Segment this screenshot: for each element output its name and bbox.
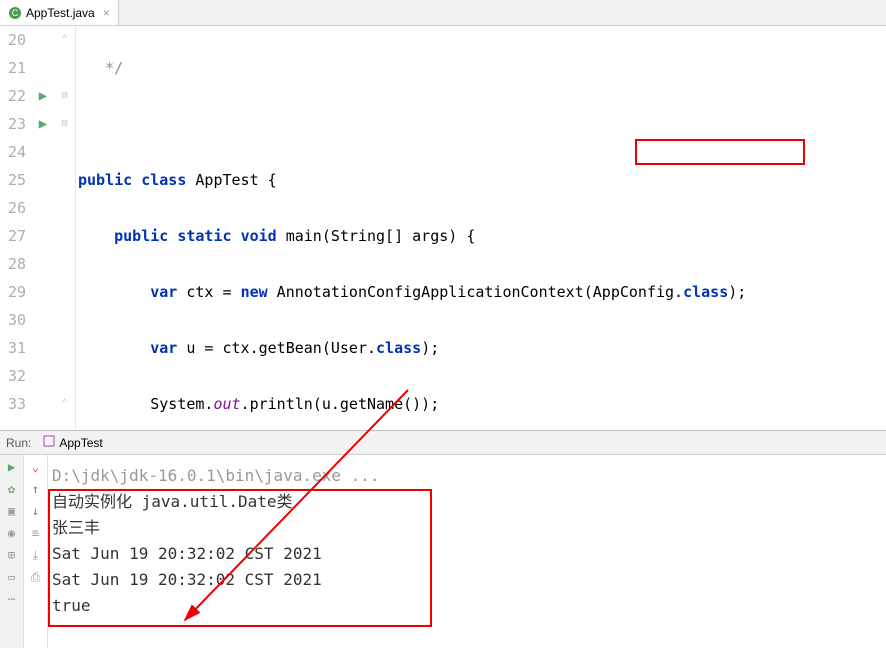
fold-start-icon[interactable]: ⊟ — [54, 82, 75, 110]
filter-icon[interactable]: ▭ — [4, 569, 20, 585]
file-tab-label: AppTest.java — [26, 6, 95, 20]
run-title: Run: — [6, 436, 31, 450]
up-icon[interactable]: ↑ — [28, 481, 44, 497]
pin-icon[interactable]: ▣ — [4, 503, 20, 519]
run-toolbar-console: ⌄ ↑ ↓ ≡ ⤓ ⎙ — [24, 455, 48, 648]
console-line: true — [52, 593, 882, 619]
gutter: 2021222324252627282930313233 ▶ ▶ ⌃ ⊟ ⊟ ⌃ — [0, 26, 76, 430]
console-command: D:\jdk\jdk-16.0.1\bin\java.exe ... — [52, 463, 882, 489]
stop-line-icon[interactable]: ⌄ — [28, 459, 44, 475]
fold-start-icon[interactable]: ⊟ — [54, 110, 75, 138]
down-icon[interactable]: ↓ — [28, 503, 44, 519]
run-toolbar-left: ▶ ✿ ▣ ◉ ⊞ ▭ ⋯ — [0, 455, 24, 648]
editor-tab-bar: C AppTest.java × — [0, 0, 886, 26]
console-line: 张三丰 — [52, 515, 882, 541]
print-icon[interactable]: ⎙ — [28, 569, 44, 585]
line-numbers: 2021222324252627282930313233 — [0, 26, 32, 430]
file-tab-apptest[interactable]: C AppTest.java × — [0, 0, 119, 25]
run-main-icon[interactable]: ▶ — [32, 110, 54, 138]
fold-column: ⌃ ⊟ ⊟ ⌃ — [54, 26, 76, 430]
run-tool-window: Run: AppTest ▶ ✿ ▣ ◉ ⊞ ▭ ⋯ ⌄ ↑ ↓ ≡ ⤓ ⎙ D… — [0, 430, 886, 648]
console-output[interactable]: D:\jdk\jdk-16.0.1\bin\java.exe ... 自动实例化… — [48, 455, 886, 648]
camera-icon[interactable]: ◉ — [4, 525, 20, 541]
annotation-box-appconfig — [635, 139, 805, 165]
application-icon — [43, 435, 55, 450]
console-line: Sat Jun 19 20:32:02 CST 2021 — [52, 541, 882, 567]
scroll-icon[interactable]: ⤓ — [28, 547, 44, 563]
close-icon[interactable]: × — [103, 6, 110, 20]
run-body: ▶ ✿ ▣ ◉ ⊞ ▭ ⋯ ⌄ ↑ ↓ ≡ ⤓ ⎙ D:\jdk\jdk-16.… — [0, 455, 886, 648]
java-class-icon: C — [8, 6, 22, 20]
run-class-icon[interactable]: ▶ — [32, 82, 54, 110]
fold-end-icon[interactable]: ⌃ — [54, 390, 75, 418]
code-content[interactable]: */ public class AppTest { public static … — [76, 26, 886, 430]
rerun-icon[interactable]: ▶ — [4, 459, 20, 475]
softwrap-icon[interactable]: ≡ — [28, 525, 44, 541]
more-icon[interactable]: ⋯ — [4, 591, 20, 607]
console-line: 自动实例化 java.util.Date类 — [52, 489, 882, 515]
run-config-tab[interactable]: AppTest — [37, 433, 108, 452]
layout-icon[interactable]: ⊞ — [4, 547, 20, 563]
svg-text:C: C — [12, 8, 19, 18]
run-header: Run: AppTest — [0, 431, 886, 455]
fold-end-icon[interactable]: ⌃ — [54, 26, 75, 54]
code-editor[interactable]: 2021222324252627282930313233 ▶ ▶ ⌃ ⊟ ⊟ ⌃… — [0, 26, 886, 430]
console-line: Sat Jun 19 20:32:02 CST 2021 — [52, 567, 882, 593]
settings-icon[interactable]: ✿ — [4, 481, 20, 497]
run-markers: ▶ ▶ — [32, 26, 54, 430]
